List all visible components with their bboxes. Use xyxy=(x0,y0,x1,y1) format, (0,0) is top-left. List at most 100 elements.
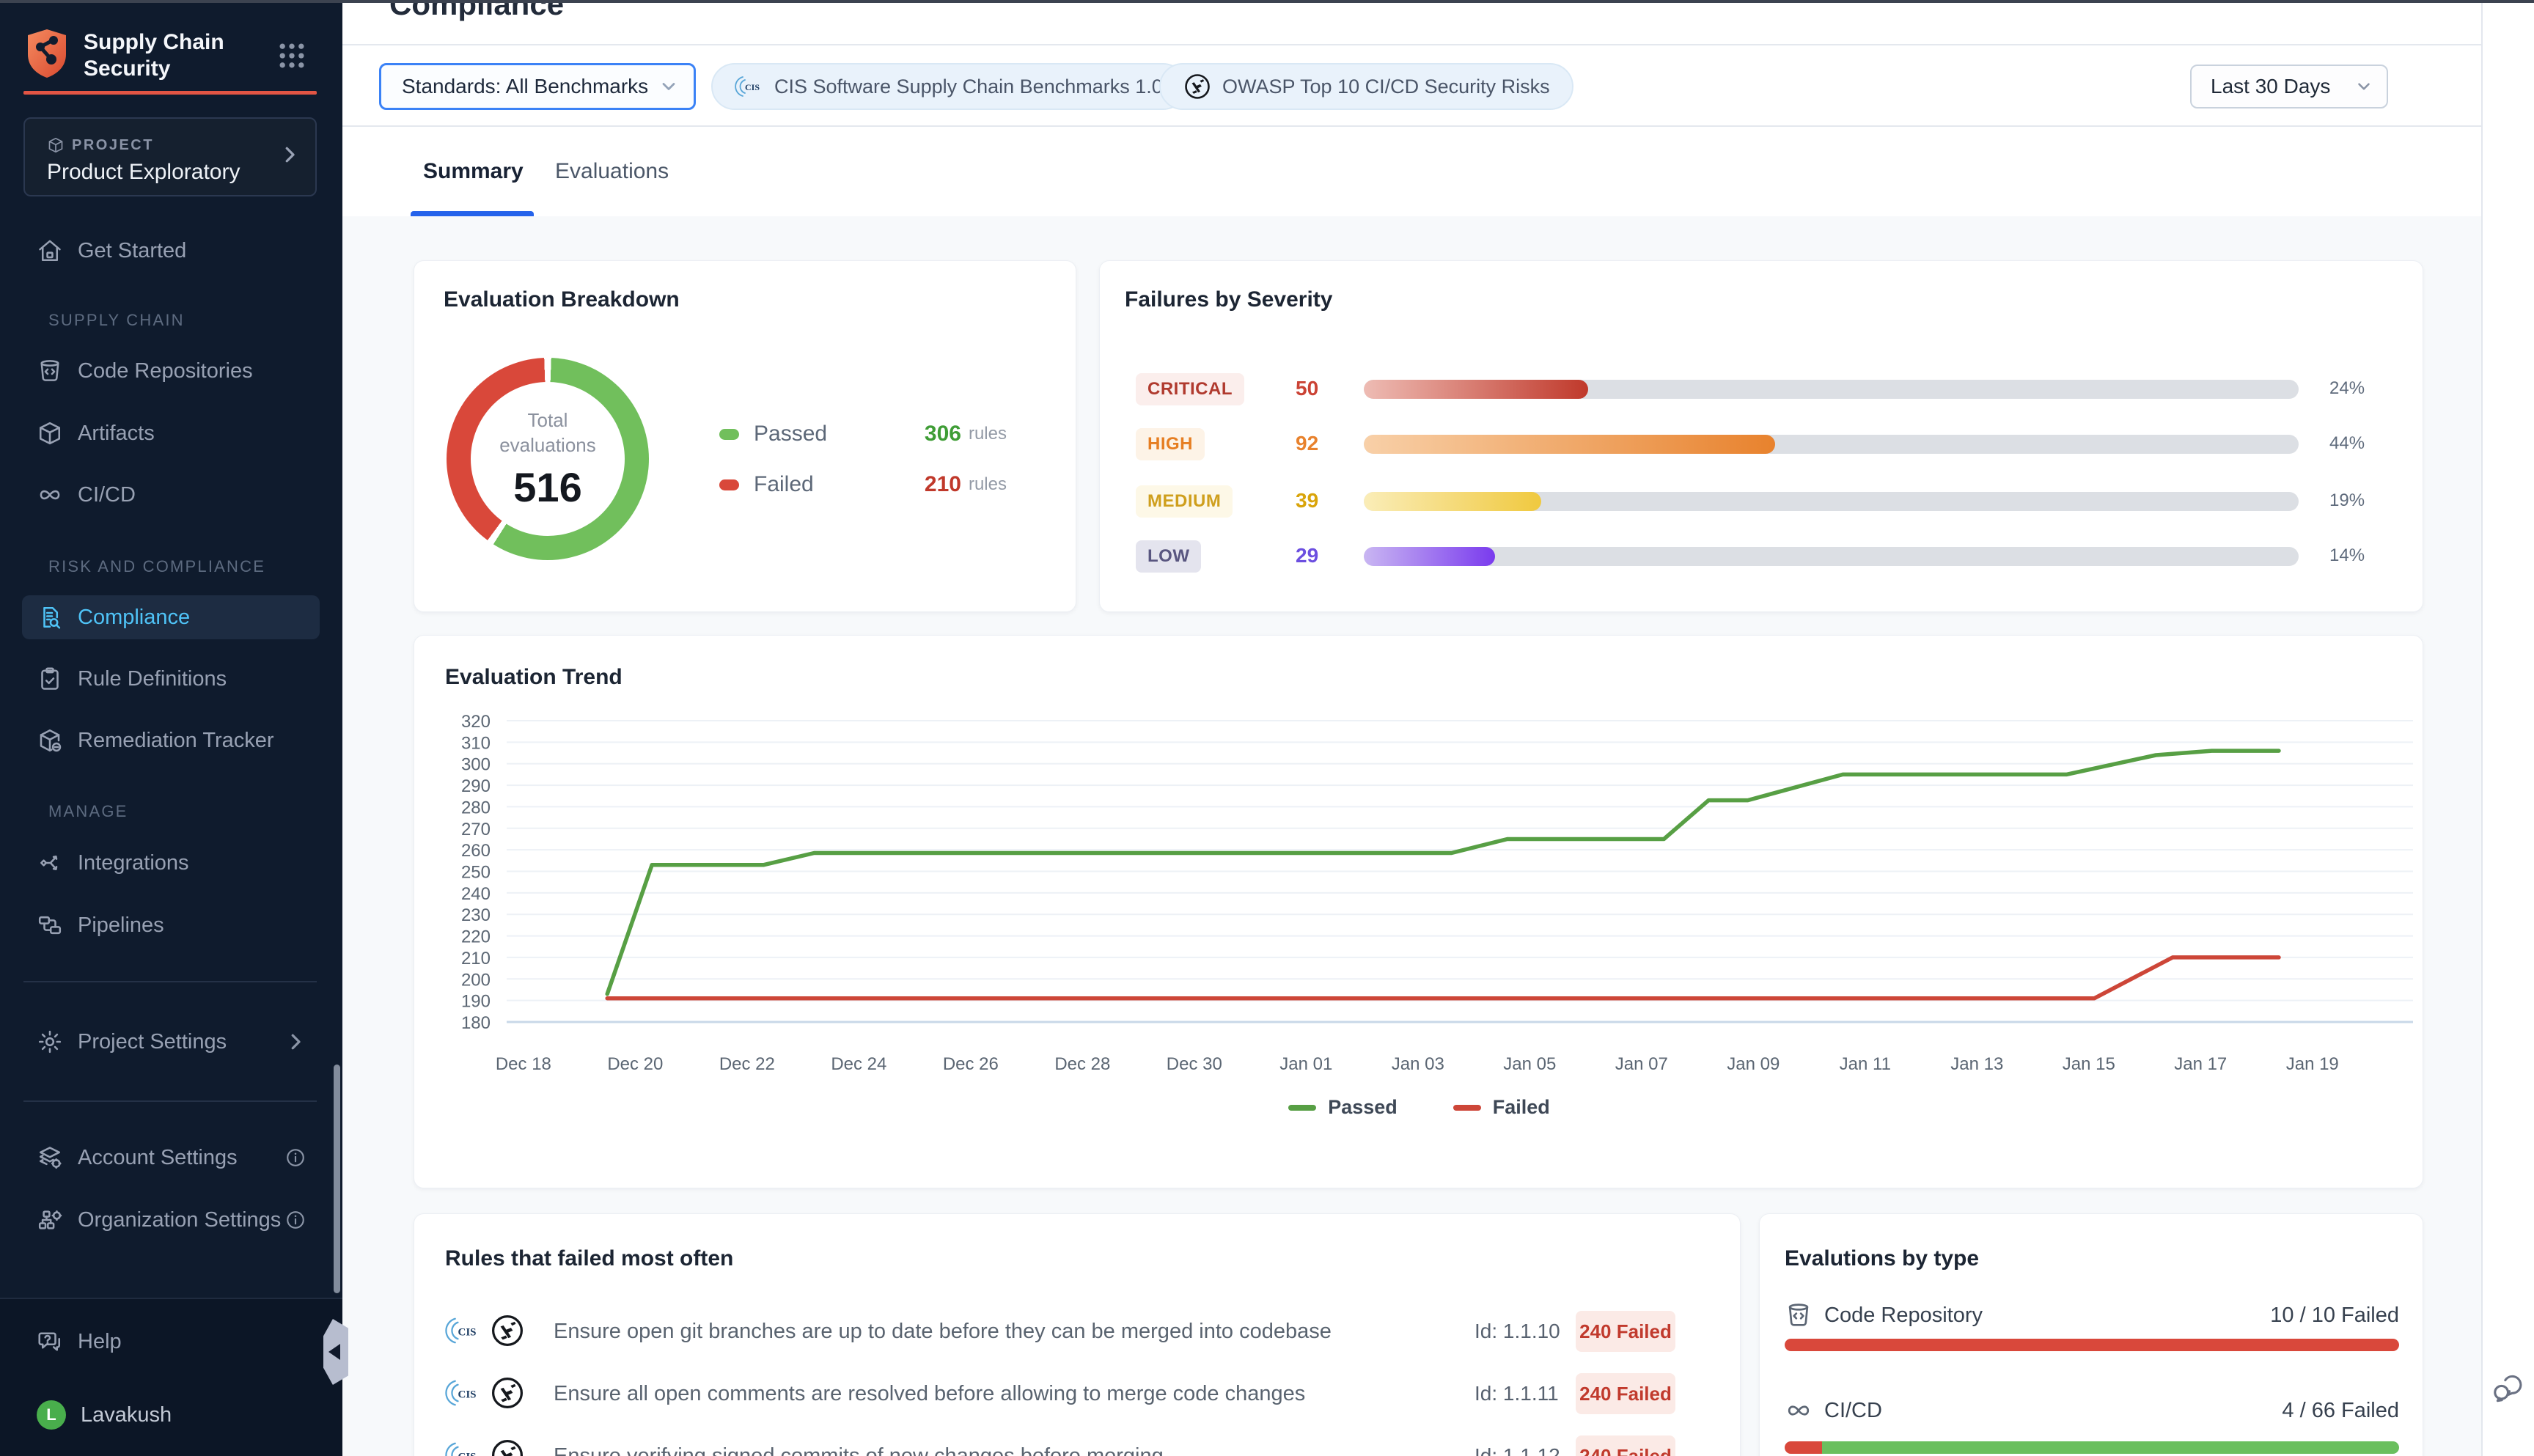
time-range-dropdown[interactable]: Last 30 Days xyxy=(2190,65,2388,109)
project-selector[interactable]: PROJECT Product Exploratory xyxy=(23,117,317,196)
chevron-down-icon xyxy=(2354,77,2373,96)
svg-text:Dec 28: Dec 28 xyxy=(1054,1054,1110,1074)
svg-text:Jan 11: Jan 11 xyxy=(1840,1054,1891,1074)
rule-id: Id: 1.1.12 xyxy=(1475,1444,1560,1456)
severity-row-medium: MEDIUM 39 19% xyxy=(1100,484,2423,519)
card-title: Evaluation Breakdown xyxy=(444,287,680,312)
project-label: PROJECT xyxy=(72,137,154,154)
svg-text:Jan 13: Jan 13 xyxy=(1950,1054,2003,1074)
app-grid-icon[interactable] xyxy=(276,40,308,72)
active-tab-underline xyxy=(411,211,534,216)
sidebar-item-integrations[interactable]: Integrations xyxy=(22,841,320,885)
severity-bar xyxy=(1364,547,2299,566)
svg-text:240: 240 xyxy=(461,884,491,904)
type-progress-bar xyxy=(1785,1339,2399,1351)
infinity-icon xyxy=(37,482,63,508)
svg-text:320: 320 xyxy=(461,712,491,732)
svg-text:300: 300 xyxy=(461,755,491,775)
svg-text:CIS: CIS xyxy=(745,82,760,92)
help-chat-icon xyxy=(37,1328,63,1355)
window-top-edge xyxy=(0,0,2534,3)
chip-owasp[interactable]: OWASP Top 10 CI/CD Security Risks xyxy=(1159,63,1573,110)
legend-row-passed: Passed 306 rules xyxy=(719,418,1007,450)
type-status: 10 / 10 Failed xyxy=(2270,1304,2399,1328)
sidebar-item-artifacts[interactable]: Artifacts xyxy=(22,411,320,455)
divider xyxy=(23,981,317,982)
page-title: Compliance xyxy=(389,0,2481,22)
sidebar-item-help[interactable]: Help xyxy=(22,1320,320,1364)
severity-count: 39 xyxy=(1296,489,1318,512)
severity-count: 92 xyxy=(1296,432,1318,455)
rule-row[interactable]: CIS Ensure all open comments are resolve… xyxy=(414,1373,1740,1416)
trend-legend-failed: Failed xyxy=(1453,1096,1550,1119)
rule-failed-badge: 240 Failed xyxy=(1576,1373,1675,1414)
legend-bullet-icon xyxy=(719,429,739,440)
severity-bar xyxy=(1364,435,2299,454)
svg-text:Jan 01: Jan 01 xyxy=(1279,1054,1332,1074)
support-chat-icon[interactable] xyxy=(2490,1369,2527,1406)
app-title: Supply Chain Security xyxy=(84,29,224,82)
evaluations-donut-chart: Total evaluations 516 xyxy=(447,358,649,560)
doc-search-icon xyxy=(37,604,63,630)
chevron-right-icon xyxy=(279,144,301,166)
type-row-code-repository: Code Repository 10 / 10 Failed xyxy=(1785,1301,2399,1330)
evaluations-by-type-card: Evalutions by type Code Repository 10 / … xyxy=(1759,1213,2423,1456)
chip-cis-benchmark[interactable]: CIS CIS Software Supply Chain Benchmarks… xyxy=(711,63,1186,110)
standards-filter-dropdown[interactable]: Standards: All Benchmarks xyxy=(379,63,696,110)
box-wrench-icon xyxy=(37,727,63,754)
cube-icon xyxy=(47,136,65,154)
rule-row[interactable]: CIS Ensure open git branches are up to d… xyxy=(414,1311,1740,1353)
svg-text:290: 290 xyxy=(461,776,491,796)
rules-failed-card: Rules that failed most often CIS Ensure … xyxy=(414,1213,1741,1456)
pipelines-icon xyxy=(37,912,63,938)
sidebar-item-remediation-tracker[interactable]: Remediation Tracker xyxy=(22,718,320,762)
svg-text:220: 220 xyxy=(461,927,491,947)
rule-text: Ensure all open comments are resolved be… xyxy=(554,1382,1305,1406)
sidebar-item-code-repositories[interactable]: Code Repositories xyxy=(22,349,320,393)
evaluation-trend-chart: 1801902002102202302402502602702802903003… xyxy=(414,702,2424,1156)
trend-legend-passed: Passed xyxy=(1288,1096,1398,1119)
svg-text:180: 180 xyxy=(461,1013,491,1033)
collapse-arrow-icon xyxy=(328,1344,340,1360)
sidebar-item-organization-settings[interactable]: Organization Settings xyxy=(22,1198,320,1242)
sidebar-item-account-settings[interactable]: Account Settings xyxy=(22,1136,320,1180)
legend-row-failed: Failed 210 rules xyxy=(719,468,1007,501)
section-label: RISK AND COMPLIANCE xyxy=(48,557,265,576)
section-label: MANAGE xyxy=(48,802,128,821)
card-title: Failures by Severity xyxy=(1125,287,1332,312)
sidebar-item-ci-cd[interactable]: CI/CD xyxy=(22,473,320,517)
svg-text:CIS: CIS xyxy=(458,1326,476,1338)
sidebar-scrollbar[interactable] xyxy=(334,1065,340,1293)
divider xyxy=(23,1100,317,1102)
layers-gear-icon xyxy=(37,1144,63,1171)
sidebar-user[interactable]: L Lavakush xyxy=(22,1393,320,1437)
rule-row[interactable]: CIS Ensure verifying signed commits of n… xyxy=(414,1435,1740,1456)
app-logo-row: Supply Chain Security xyxy=(23,26,317,85)
sidebar-item-project-settings[interactable]: Project Settings xyxy=(22,1020,320,1064)
severity-percent: 44% xyxy=(2329,433,2365,454)
sidebar-item-get-started[interactable]: Get Started xyxy=(22,229,320,273)
svg-text:Dec 22: Dec 22 xyxy=(719,1054,775,1074)
sidebar-item-compliance[interactable]: Compliance xyxy=(22,595,320,639)
type-status: 4 / 66 Failed xyxy=(2282,1399,2399,1423)
chevron-right-icon xyxy=(284,1031,306,1053)
severity-badge: MEDIUM xyxy=(1136,485,1233,518)
tab-evaluations[interactable]: Evaluations xyxy=(555,127,669,216)
page-header: Compliance xyxy=(342,0,2481,45)
evaluation-breakdown-card: Evaluation Breakdown Total evaluations 5… xyxy=(414,260,1076,612)
card-title: Evaluation Trend xyxy=(445,665,623,690)
card-title: Rules that failed most often xyxy=(445,1246,733,1271)
repo-icon xyxy=(1785,1301,1813,1329)
legend-value: 306 xyxy=(925,422,961,446)
tab-summary[interactable]: Summary xyxy=(423,127,524,216)
svg-text:CIS: CIS xyxy=(458,1451,476,1456)
cis-logo-icon: CIS xyxy=(735,72,764,101)
cis-logo-icon: CIS xyxy=(445,1375,482,1411)
rule-failed-badge: 240 Failed xyxy=(1576,1311,1675,1352)
chevron-down-icon xyxy=(658,76,679,97)
sidebar-item-pipelines[interactable]: Pipelines xyxy=(22,903,320,947)
sidebar-item-rule-definitions[interactable]: Rule Definitions xyxy=(22,657,320,701)
owasp-logo-icon xyxy=(1183,72,1212,101)
owasp-logo-icon xyxy=(489,1312,526,1349)
project-name: Product Exploratory xyxy=(47,160,240,185)
